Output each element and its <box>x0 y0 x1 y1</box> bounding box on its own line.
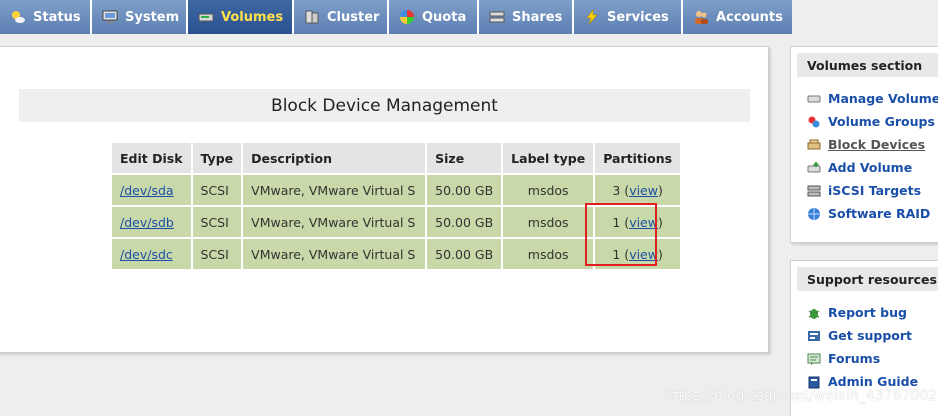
disk-label-type: msdos <box>503 207 594 237</box>
top-tab-bar: Status System Volumes Cluster Quota Shar… <box>0 0 792 34</box>
users-icon <box>693 9 709 25</box>
sidebar-item-report-bug[interactable]: Report bug <box>791 301 938 324</box>
page-title: Block Device Management <box>19 89 750 122</box>
tab-label: Status <box>33 9 81 25</box>
disk-type: SCSI <box>192 239 242 269</box>
tab-services[interactable]: Services <box>574 0 683 34</box>
monitor-icon <box>102 9 118 25</box>
tab-label: Cluster <box>327 9 380 25</box>
table-row: /dev/sdc SCSI VMware, VMware Virtual S 5… <box>112 239 681 269</box>
tab-label: System <box>125 9 180 25</box>
table-row: /dev/sda SCSI VMware, VMware Virtual S 5… <box>112 175 681 205</box>
block-device-table: Edit Disk Type Description Size Label ty… <box>110 141 682 271</box>
sidebar-item-software-raid[interactable]: Software RAID <box>791 202 938 225</box>
tab-status[interactable]: Status <box>0 0 92 34</box>
volumes-section-title: Volumes section <box>797 53 938 77</box>
sidebar-item-label: Block Devices <box>828 137 926 152</box>
sidebar-item-get-support[interactable]: Get support <box>791 324 938 347</box>
main-content-panel: Block Device Management Edit Disk Type D… <box>0 46 769 353</box>
tab-volumes[interactable]: Volumes <box>188 0 294 34</box>
disk-link[interactable]: /dev/sdb <box>120 215 174 230</box>
sidebar-item-add-volume[interactable]: Add Volume <box>791 156 938 179</box>
sidebar-item-label: Volume Groups <box>828 114 935 129</box>
drive-stack-icon <box>489 9 505 25</box>
sidebar-item-label: Manage Volumes <box>828 91 938 106</box>
view-partitions-link[interactable]: view <box>629 215 658 230</box>
disk-description: VMware, VMware Virtual S <box>251 183 416 198</box>
disk-description: VMware, VMware Virtual S <box>251 247 416 262</box>
column-header-partitions: Partitions <box>595 143 681 173</box>
book-icon <box>807 375 821 389</box>
disk-link[interactable]: /dev/sdc <box>120 247 173 262</box>
disk-type: SCSI <box>192 207 242 237</box>
support-resources-title: Support resources <box>797 267 938 291</box>
sidebar-item-iscsi-targets[interactable]: iSCSI Targets <box>791 179 938 202</box>
sidebar-item-label: iSCSI Targets <box>828 183 922 198</box>
tab-quota[interactable]: Quota <box>389 0 479 34</box>
forum-icon <box>807 352 821 366</box>
globe-icon <box>807 207 821 221</box>
tab-cluster[interactable]: Cluster <box>294 0 389 34</box>
block-device-icon <box>807 138 821 152</box>
disk-link[interactable]: /dev/sda <box>120 183 174 198</box>
disk-size: 50.00 GB <box>427 239 502 269</box>
disk-size: 50.00 GB <box>427 207 502 237</box>
colored-balls-icon <box>807 115 821 129</box>
table-header-row: Edit Disk Type Description Size Label ty… <box>112 143 681 173</box>
add-disk-icon <box>807 161 821 175</box>
tab-shares[interactable]: Shares <box>479 0 574 34</box>
view-partitions-link[interactable]: view <box>629 247 658 262</box>
tab-accounts[interactable]: Accounts <box>683 0 792 34</box>
sidebar-item-label: Report bug <box>828 305 907 320</box>
sidebar-item-label: Software RAID <box>828 206 931 221</box>
sun-cloud-icon <box>10 9 26 25</box>
partitions-cell: 3 (view) <box>595 175 681 205</box>
tab-system[interactable]: System <box>92 0 188 34</box>
partitions-cell: 1 (view) <box>595 207 681 237</box>
partitions-cell: 1 (view) <box>595 239 681 269</box>
support-icon <box>807 329 821 343</box>
sidebar-item-label: Forums <box>828 351 881 366</box>
tab-label: Accounts <box>716 9 783 25</box>
tab-label: Shares <box>512 9 563 25</box>
sidebar-item-label: Add Volume <box>828 160 913 175</box>
servers-icon <box>304 9 320 25</box>
disk-label-type: msdos <box>503 175 594 205</box>
lightning-icon <box>584 9 600 25</box>
partition-count: 3 <box>612 182 621 198</box>
view-partitions-link[interactable]: view <box>629 183 658 198</box>
disk-drive-icon <box>198 9 214 25</box>
column-header-edit-disk: Edit Disk <box>112 143 191 173</box>
table-row: /dev/sdb SCSI VMware, VMware Virtual S 5… <box>112 207 681 237</box>
column-header-description: Description <box>243 143 426 173</box>
sidebar-item-forums[interactable]: Forums <box>791 347 938 370</box>
volumes-section-panel: Volumes section Manage Volumes Volume Gr… <box>790 46 938 243</box>
partition-count: 1 <box>612 246 621 262</box>
watermark-text: https://blog.csdn.net/weixin_43767002 <box>664 388 938 404</box>
disk-label-type: msdos <box>503 239 594 269</box>
partition-count: 1 <box>612 214 621 230</box>
drive-icon <box>807 92 821 106</box>
sidebar-item-manage-volumes[interactable]: Manage Volumes <box>791 87 938 110</box>
pie-icon <box>399 9 415 25</box>
server-icon <box>807 184 821 198</box>
sidebar-item-volume-groups[interactable]: Volume Groups <box>791 110 938 133</box>
volumes-section-menu: Manage Volumes Volume Groups Block Devic… <box>791 87 938 225</box>
disk-description: VMware, VMware Virtual S <box>251 215 416 230</box>
bug-icon <box>807 306 821 320</box>
support-resources-menu: Report bug Get support Forums Admin Guid… <box>791 301 938 393</box>
column-header-label-type: Label type <box>503 143 594 173</box>
tab-label: Services <box>607 9 669 25</box>
column-header-size: Size <box>427 143 502 173</box>
column-header-type: Type <box>192 143 242 173</box>
tab-label: Volumes <box>221 9 284 25</box>
sidebar-item-block-devices[interactable]: Block Devices <box>791 133 938 156</box>
sidebar-item-label: Admin Guide <box>828 374 919 389</box>
disk-size: 50.00 GB <box>427 175 502 205</box>
disk-type: SCSI <box>192 175 242 205</box>
tab-label: Quota <box>422 9 467 25</box>
sidebar-item-label: Get support <box>828 328 913 343</box>
